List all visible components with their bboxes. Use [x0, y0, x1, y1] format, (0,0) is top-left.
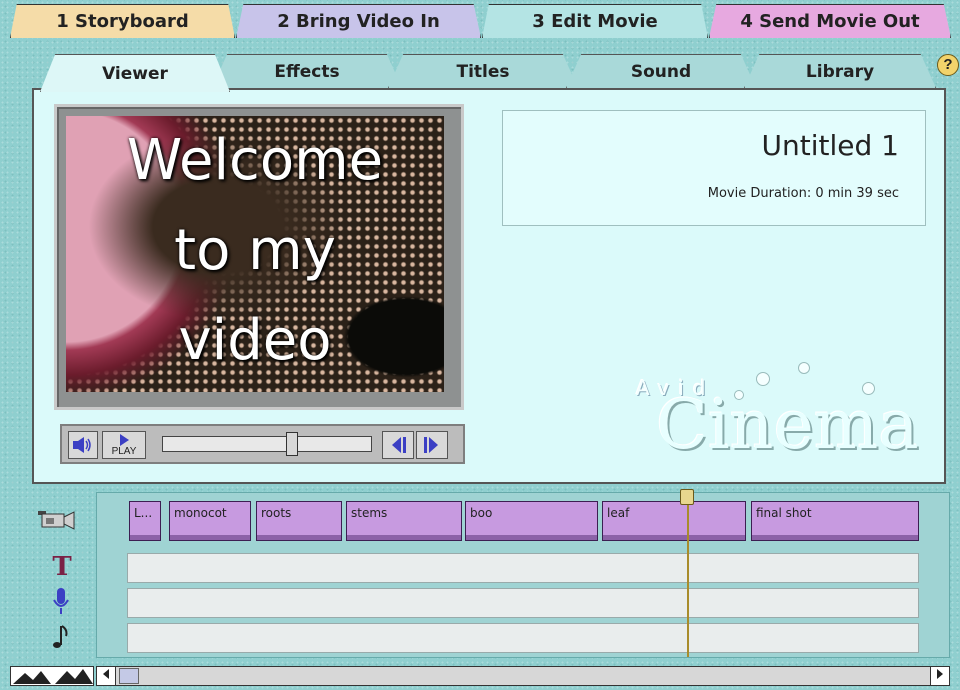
scrubber-thumb[interactable]	[286, 432, 298, 456]
logo-bubble	[734, 390, 744, 400]
timeline-scrollbar[interactable]	[96, 666, 950, 686]
step-tab-edit-movie[interactable]: 3 Edit Movie	[482, 4, 708, 38]
tab-titles[interactable]: Titles	[388, 54, 578, 88]
volume-button[interactable]	[68, 431, 98, 459]
tab-viewer[interactable]: Viewer	[40, 54, 230, 92]
movie-info-box: Untitled 1 Movie Duration: 0 min 39 sec	[502, 110, 926, 226]
logo-bubble	[862, 382, 875, 395]
step-tab-bring-video-in[interactable]: 2 Bring Video In	[236, 4, 481, 38]
title-track-icon: T	[52, 552, 72, 582]
video-clip[interactable]: leaf	[602, 501, 746, 541]
step-back-icon	[392, 437, 406, 453]
video-clip[interactable]: roots	[256, 501, 342, 541]
video-preview[interactable]: Welcome to my video	[66, 116, 444, 392]
viewer-panel: Welcome to my video PLAY Untitled 1 Movi…	[32, 88, 946, 484]
music-note-icon	[53, 625, 68, 648]
scrollbar-thumb[interactable]	[119, 668, 139, 684]
timeline-zoom-control[interactable]	[10, 666, 94, 686]
arrow-right-icon	[937, 669, 943, 679]
play-icon	[120, 433, 129, 446]
playhead-handle[interactable]	[680, 489, 694, 505]
video-viewer: Welcome to my video	[54, 104, 464, 410]
video-title-overlay: Welcome to my video	[66, 116, 444, 386]
video-title-line: Welcome	[126, 128, 384, 193]
scroll-right-button[interactable]	[930, 667, 949, 685]
step-back-button[interactable]	[382, 431, 414, 459]
playhead[interactable]	[687, 493, 689, 657]
step-forward-icon	[424, 437, 438, 453]
tab-library[interactable]: Library	[744, 54, 936, 88]
music-track[interactable]	[127, 623, 919, 653]
zoom-mountains-icon	[13, 669, 93, 684]
play-label: PLAY	[111, 445, 137, 457]
video-clip[interactable]: L...	[129, 501, 161, 541]
movie-duration: Movie Duration: 0 min 39 sec	[707, 186, 899, 201]
speaker-icon	[73, 437, 91, 453]
scroll-left-button[interactable]	[97, 667, 116, 685]
scrubber-track[interactable]	[162, 432, 372, 456]
play-button[interactable]: PLAY	[102, 431, 146, 459]
tab-sound[interactable]: Sound	[566, 54, 756, 88]
video-title-line: video	[178, 308, 332, 373]
step-forward-button[interactable]	[416, 431, 448, 459]
video-clip[interactable]: monocot	[169, 501, 251, 541]
playback-controls: PLAY	[60, 424, 465, 464]
logo-bubble	[798, 362, 810, 374]
step-tab-storyboard[interactable]: 1 Storyboard	[10, 4, 235, 38]
cinema-logo-text: Cinema	[656, 386, 919, 465]
microphone-icon	[53, 588, 69, 614]
title-track[interactable]	[127, 553, 919, 583]
timeline: L... monocot roots stems boo leaf final …	[96, 489, 950, 658]
logo-bubble	[756, 372, 770, 386]
video-clip[interactable]: stems	[346, 501, 462, 541]
arrow-left-icon	[103, 669, 109, 679]
video-clip[interactable]: boo	[465, 501, 598, 541]
tab-effects[interactable]: Effects	[212, 54, 402, 88]
camera-icon	[38, 511, 75, 530]
video-clip[interactable]: final shot	[751, 501, 919, 541]
movie-title: Untitled 1	[761, 129, 899, 162]
help-button[interactable]: ?	[937, 54, 959, 76]
narration-track[interactable]	[127, 588, 919, 618]
video-title-line: to my	[174, 218, 336, 283]
step-tab-send-movie-out[interactable]: 4 Send Movie Out	[709, 4, 951, 38]
track-icon-gutter: T	[30, 492, 94, 658]
